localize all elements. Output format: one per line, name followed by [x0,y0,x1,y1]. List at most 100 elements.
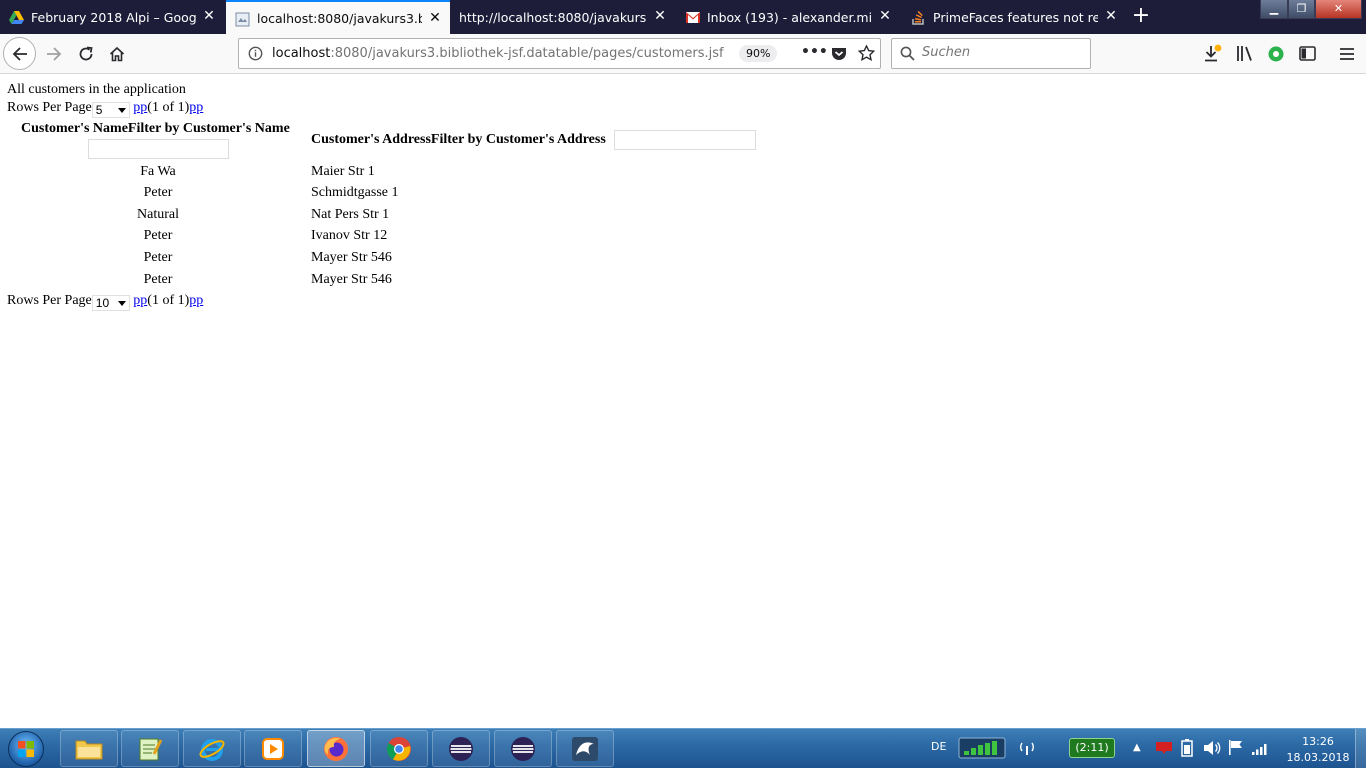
reload-icon [79,46,93,61]
wireless-icon[interactable] [1018,740,1036,760]
taskbar-eclipse[interactable] [432,730,490,767]
stackoverflow-icon [911,10,926,25]
back-button[interactable] [3,37,36,70]
customer-name-cell: Peter [143,185,173,200]
network-strength-icon[interactable] [958,737,1006,763]
tab-google-drive[interactable]: February 2018 Alpi – Google Drive ✕ [0,0,224,34]
rows-per-page-value: 10 [95,296,110,310]
close-icon[interactable]: ✕ [653,9,667,23]
paginator-prev-link[interactable]: pp [133,293,147,308]
volume-icon[interactable] [1203,740,1221,760]
notepad-icon [139,738,163,760]
internet-explorer-icon [199,738,225,761]
close-icon[interactable]: ✕ [878,9,892,23]
customer-address-cell: Ivanov Str 12 [311,228,388,243]
minimize-button[interactable]: ▁ [1260,0,1288,19]
forward-button[interactable] [40,40,68,68]
taskbar-file-explorer[interactable] [60,730,118,767]
sidebar-icon[interactable] [1299,46,1316,65]
windows-logo-icon [8,731,44,767]
arrow-left-icon [12,46,27,61]
rows-per-page-value: 5 [95,103,103,117]
address-filter-input[interactable] [614,130,756,150]
tab-label: PrimeFaces features not recognized [933,10,1098,25]
action-center-flag-icon[interactable] [1228,739,1244,760]
eclipse-icon [449,736,473,761]
tab-stackoverflow[interactable]: PrimeFaces features not recognized ✕ [902,0,1126,34]
customer-name-cell: Peter [143,228,173,243]
name-filter-input[interactable] [88,139,229,159]
info-icon[interactable] [248,46,263,65]
search-input[interactable] [922,45,1082,60]
taskbar-eclipse-2[interactable] [494,730,552,767]
maximize-button[interactable]: ❐ [1288,0,1315,19]
rows-per-page-select[interactable]: 10 [91,295,130,311]
home-button[interactable] [103,40,131,68]
page-info: (1 of 1) [147,100,190,115]
taskbar-notepad[interactable] [121,730,179,767]
taskbar-chrome[interactable] [370,730,428,767]
page-actions-icon[interactable]: ••• [801,44,828,60]
column-header-name[interactable]: Customer's NameFilter by Customer's Name [21,121,290,137]
taskbar-media-player[interactable] [244,730,302,767]
paginator-prev-link[interactable]: pp [133,100,147,115]
tab-gmail-inbox[interactable]: Inbox (193) - alexander.minchev ✕ [676,0,900,34]
eclipse-icon [511,736,535,761]
start-button[interactable] [3,730,49,768]
extension-icon[interactable] [1267,45,1285,67]
customer-name-cell: Fa Wa [140,164,176,179]
tab-label: Inbox (193) - alexander.minchev [707,10,872,25]
close-icon[interactable]: ✕ [428,11,442,25]
downloads-icon[interactable] [1203,44,1223,68]
reload-button[interactable] [72,40,100,68]
intro-text: All customers in the application [7,82,186,97]
system-clock[interactable]: 13:26 18.03.2018 [1283,734,1353,766]
top-paginator: Rows Per Page 5 pp(1 of 1)pp [7,100,203,118]
hamburger-menu-icon[interactable] [1339,46,1355,65]
search-bar[interactable] [891,38,1091,69]
show-desktop-button[interactable] [1355,729,1366,769]
close-icon[interactable]: ✕ [1104,9,1118,23]
taskbar-firefox[interactable] [307,730,365,767]
tab-label: localhost:8080/javakurs3.bibliothek-jsf.… [257,11,422,26]
url-host: localhost [272,46,331,61]
url-text: localhost:8080/javakurs3.bibliothek-jsf.… [272,46,724,61]
url-bar[interactable]: localhost:8080/javakurs3.bibliothek-jsf.… [238,38,881,69]
taskbar-mysql-workbench[interactable] [556,730,614,767]
search-icon [900,46,915,65]
rows-per-page-select[interactable]: 5 [91,102,130,118]
tab-customers-page[interactable]: localhost:8080/javakurs3.bibliothek-jsf.… [226,0,450,34]
taskbar-internet-explorer[interactable] [183,730,241,767]
close-window-button[interactable]: ✕ [1315,0,1362,19]
paginator-next-link[interactable]: pp [189,100,203,115]
clock-time: 13:26 [1302,735,1334,748]
bottom-paginator: Rows Per Page 10 pp(1 of 1)pp [7,293,203,311]
paginator-next-link[interactable]: pp [189,293,203,308]
bookmark-star-icon[interactable] [857,44,876,65]
language-indicator[interactable]: DE [931,740,946,753]
tray-app-icon[interactable] [1155,739,1173,759]
navigation-toolbar: localhost:8080/javakurs3.bibliothek-jsf.… [0,34,1366,74]
battery-timer[interactable]: (2:11) [1069,738,1115,758]
column-header-address[interactable]: Customer's AddressFilter by Customer's A… [311,132,606,148]
tab-label: http://localhost:8080/javakurs3.biblioth… [459,10,647,25]
library-icon[interactable] [1236,45,1254,66]
home-icon [109,46,125,62]
new-tab-button[interactable]: + [1129,4,1153,28]
signal-bars-icon[interactable] [1251,741,1269,760]
google-drive-icon [9,10,24,25]
url-path: :8080/javakurs3.bibliothek-jsf.datatable… [330,46,724,61]
clock-date: 18.03.2018 [1286,751,1350,764]
tab-bar: February 2018 Alpi – Google Drive ✕ loca… [0,0,1366,34]
close-icon[interactable]: ✕ [202,9,216,23]
chevron-down-icon [117,108,126,113]
zoom-indicator[interactable]: 90% [739,45,778,62]
customer-address-cell: Schmidtgasse 1 [311,185,399,200]
pocket-icon[interactable] [831,46,847,65]
chrome-icon [386,736,411,761]
show-hidden-icons-icon[interactable]: ▲ [1133,742,1141,753]
gmail-icon [685,10,700,25]
page-info: (1 of 1) [147,293,190,308]
battery-icon[interactable] [1181,739,1193,761]
tab-localhost[interactable]: http://localhost:8080/javakurs3.biblioth… [451,0,675,34]
